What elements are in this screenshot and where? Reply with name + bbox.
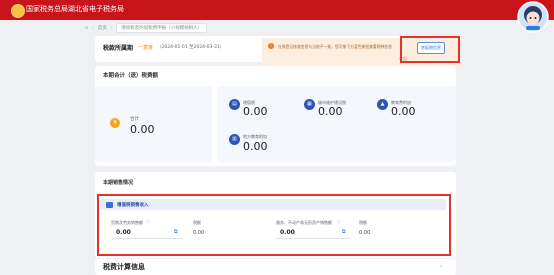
summary-title: 本期合计（退）税费额: [103, 73, 159, 79]
vat-icon: ▤: [229, 99, 240, 110]
education-icon: ▲: [377, 99, 388, 110]
total-label: 合计: [130, 117, 139, 122]
calc-title: 税费计算信息: [103, 263, 145, 271]
total-value: 0.00: [130, 123, 155, 136]
local-education-value: 0.00: [243, 140, 268, 153]
site-title: 国家税务总局湖北省电子税务局: [26, 5, 124, 13]
breadcrumb-current: 增值税及附加税费申报（小规模纳税人）: [116, 23, 208, 33]
calc-card[interactable]: [95, 259, 456, 275]
highlight-box: [97, 194, 451, 256]
breadcrumb: ⌂ / 首页 / 增值税及附加税费申报（小规模纳税人）: [85, 23, 208, 33]
urban-tax-icon: ▦: [304, 99, 315, 110]
education-value: 0.00: [391, 105, 416, 118]
tax-bureau-logo-icon: [11, 4, 25, 18]
breadcrumb-separator: /: [92, 25, 94, 31]
coin-icon: ¥: [110, 118, 120, 128]
highlight-box: [400, 36, 460, 63]
period-label: 税款所属期: [103, 45, 134, 52]
top-header: 国家税务总局湖北省电子税务局: [0, 0, 554, 20]
chevron-right-icon[interactable]: ›: [440, 263, 442, 270]
breadcrumb-separator: /: [110, 25, 113, 31]
vat-value: 0.00: [243, 105, 268, 118]
period-range: （2024-01-01 至2024-03-31）: [157, 45, 225, 50]
local-education-icon: ▥: [229, 134, 240, 145]
urban-tax-value: 0.00: [318, 105, 343, 118]
assistant-mascot-icon[interactable]: [516, 0, 550, 34]
warning-icon: !: [268, 43, 274, 49]
period-type: 一季度: [138, 45, 154, 51]
breadcrumb-home-link[interactable]: 首页: [98, 25, 107, 31]
home-icon[interactable]: ⌂: [85, 25, 88, 31]
notice-text: 社保登记核准信息与当前不一致，您可按下方蓝色按钮查看税种信息: [278, 44, 392, 49]
sales-title: 本期销售情况: [103, 180, 134, 186]
